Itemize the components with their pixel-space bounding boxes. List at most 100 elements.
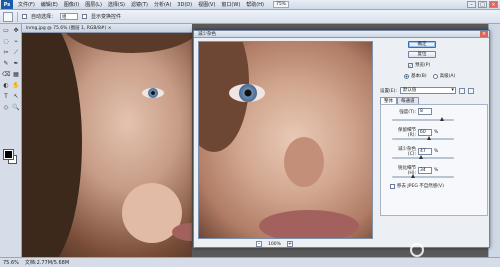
reduce-color-noise-label: 减少杂色(C): bbox=[398, 147, 416, 157]
auto-select-dropdown[interactable]: 组 bbox=[60, 13, 79, 20]
menu-bar: Ps 文件(F) 编辑(E) 图像(I) 图层(L) 选择(S) 滤镜(T) 分… bbox=[0, 0, 500, 10]
document-canvas[interactable] bbox=[22, 33, 192, 257]
save-settings-icon[interactable] bbox=[458, 87, 465, 94]
mode-basic-radio[interactable] bbox=[404, 73, 409, 79]
document-tab[interactable]: lnmg.jpg @ 75.6% (图层 1, RGB/8#) × bbox=[22, 24, 192, 33]
preserve-details-unit: % bbox=[434, 130, 439, 135]
move-tool-icon[interactable]: ✥ bbox=[12, 27, 20, 35]
zoom-in-button[interactable]: + bbox=[286, 241, 293, 247]
jpeg-artifact-row[interactable]: 移去 JPEG 不自然感(V) bbox=[390, 183, 444, 189]
settings-dropdown[interactable]: 默认值 bbox=[399, 87, 456, 94]
strength-slider[interactable] bbox=[392, 117, 454, 121]
menu-analysis[interactable]: 分析(A) bbox=[151, 1, 174, 8]
minimize-button[interactable]: – bbox=[467, 1, 476, 8]
eyedropper-tool-icon[interactable]: ⟋ bbox=[12, 49, 20, 57]
menu-image[interactable]: 图像(I) bbox=[61, 1, 82, 8]
sharpen-details-slider-thumb[interactable] bbox=[411, 174, 416, 178]
preserve-details-slider[interactable] bbox=[392, 136, 454, 140]
watermark-logo bbox=[410, 235, 488, 265]
zoom-tool-icon[interactable]: 🔍 bbox=[12, 104, 20, 112]
status-zoom[interactable]: 75.6% bbox=[3, 260, 19, 266]
lips-shape bbox=[172, 223, 192, 241]
preview-iris-shape bbox=[239, 84, 257, 102]
app-logo: Ps bbox=[1, 0, 13, 9]
shape-tool-icon[interactable]: ◇ bbox=[2, 104, 10, 112]
reduce-noise-dialog: 减少杂色 × – 100% + 确定 复位 ✓ 预览(P) 基本(B) 高级(A… bbox=[193, 30, 490, 248]
menu-file[interactable]: 文件(F) bbox=[15, 1, 38, 8]
reduce-color-noise-param: 减少杂色(C): 47 % bbox=[390, 146, 438, 157]
mode-radio-row: 基本(B) 高级(A) bbox=[404, 73, 455, 79]
reduce-color-noise-slider-thumb[interactable] bbox=[419, 155, 424, 159]
crop-tool-icon[interactable]: ✂ bbox=[2, 49, 10, 57]
preview-zoom-controls: – 100% + bbox=[256, 241, 293, 247]
mode-basic-label: 基本(B) bbox=[411, 74, 427, 79]
marquee-tool-icon[interactable]: ▭ bbox=[2, 27, 10, 35]
reduce-color-noise-unit: % bbox=[434, 149, 439, 154]
strength-label: 强度(T): bbox=[399, 109, 416, 115]
jpeg-artifact-checkbox[interactable] bbox=[390, 183, 395, 189]
ok-button[interactable]: 确定 bbox=[408, 41, 436, 48]
menu-layer[interactable]: 图层(L) bbox=[82, 1, 105, 8]
preview-checkbox-row[interactable]: ✓ 预览(P) bbox=[408, 62, 430, 68]
options-bar: 自动选择： 组 显示变换控件 bbox=[0, 10, 500, 24]
preview-eye-shape bbox=[229, 84, 265, 102]
dialog-close-icon[interactable]: × bbox=[480, 31, 488, 37]
settings-label: 设置(E): bbox=[380, 88, 397, 94]
maximize-button[interactable]: □ bbox=[478, 1, 487, 8]
menu-help[interactable]: 帮助(H) bbox=[243, 1, 267, 8]
menu-filter[interactable]: 滤镜(T) bbox=[128, 1, 151, 8]
paw-icon bbox=[410, 243, 424, 257]
eraser-tool-icon[interactable]: ⌫ bbox=[2, 71, 10, 79]
strength-slider-thumb[interactable] bbox=[439, 117, 444, 121]
preview-checkbox[interactable]: ✓ bbox=[408, 62, 413, 68]
foreground-color-swatch[interactable] bbox=[3, 149, 14, 160]
status-doc-info: 文档:2.77M/5.68M bbox=[24, 260, 70, 266]
strength-param: 强度(T): 8 bbox=[390, 108, 434, 115]
preserve-details-label: 保留细节(R): bbox=[398, 128, 416, 138]
mode-advanced-label: 高级(A) bbox=[439, 74, 456, 79]
dialog-title: 减少杂色 bbox=[194, 31, 489, 38]
hair-top-shape bbox=[62, 33, 192, 53]
preview-lips-shape bbox=[259, 210, 359, 238]
filter-preview[interactable] bbox=[198, 41, 373, 239]
lasso-tool-icon[interactable]: ◌ bbox=[2, 38, 10, 46]
path-select-tool-icon[interactable]: ↖ bbox=[12, 93, 20, 101]
zoom-level-chip[interactable]: 75% bbox=[272, 1, 289, 8]
menu-select[interactable]: 选择(S) bbox=[105, 1, 128, 8]
auto-select-checkbox[interactable] bbox=[22, 14, 27, 19]
preview-label: 预览(P) bbox=[415, 63, 431, 68]
type-tool-icon[interactable]: T bbox=[2, 93, 10, 101]
auto-select-label: 自动选择： bbox=[31, 14, 57, 20]
mode-advanced-radio[interactable] bbox=[432, 73, 438, 79]
zoom-out-button[interactable]: – bbox=[256, 241, 262, 247]
preserve-details-slider-thumb[interactable] bbox=[427, 136, 432, 140]
reduce-color-noise-input[interactable]: 47 bbox=[418, 148, 432, 155]
tab-overall[interactable]: 整体 bbox=[380, 97, 397, 104]
hand-tool-icon[interactable]: ✋ bbox=[12, 82, 20, 90]
dialog-tabs: 整体 每通道 bbox=[380, 97, 419, 104]
dodge-tool-icon[interactable]: ◐ bbox=[2, 82, 10, 90]
hair-left-shape bbox=[22, 33, 82, 257]
strength-input[interactable]: 8 bbox=[418, 108, 432, 115]
iris-shape bbox=[148, 88, 158, 98]
clone-stamp-tool-icon[interactable]: ✒ bbox=[12, 60, 20, 68]
options-divider bbox=[17, 11, 18, 22]
sharpen-details-slider[interactable] bbox=[392, 174, 454, 178]
reset-button[interactable]: 复位 bbox=[408, 51, 436, 58]
show-transform-checkbox[interactable] bbox=[82, 14, 88, 19]
menu-window[interactable]: 窗口(W) bbox=[218, 1, 243, 8]
quick-select-tool-icon[interactable]: ⌁ bbox=[12, 38, 20, 46]
tab-per-channel[interactable]: 每通道 bbox=[397, 97, 419, 104]
menu-edit[interactable]: 编辑(E) bbox=[38, 1, 61, 8]
sharpen-details-unit: % bbox=[434, 168, 439, 173]
preserve-details-input[interactable]: 60 bbox=[418, 129, 432, 136]
menu-3d[interactable]: 3D(D) bbox=[174, 2, 195, 8]
move-tool-preset-icon[interactable] bbox=[3, 11, 13, 22]
brush-tool-icon[interactable]: ✎ bbox=[2, 60, 10, 68]
delete-settings-icon[interactable] bbox=[467, 87, 474, 94]
sharpen-details-input[interactable]: 34 bbox=[418, 167, 432, 174]
gradient-tool-icon[interactable]: ▦ bbox=[12, 71, 20, 79]
reduce-color-noise-slider[interactable] bbox=[392, 155, 454, 159]
close-window-button[interactable]: × bbox=[489, 1, 498, 8]
menu-view[interactable]: 视图(V) bbox=[195, 1, 218, 8]
